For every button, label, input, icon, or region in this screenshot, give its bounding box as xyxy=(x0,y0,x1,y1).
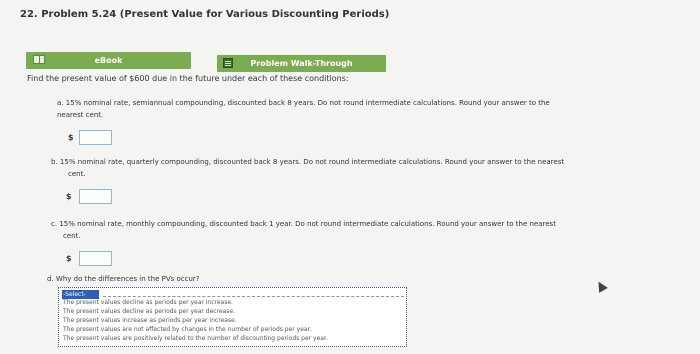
select-option-3[interactable]: The present values increase as periods p… xyxy=(63,316,237,325)
select-divider xyxy=(103,296,404,297)
question-d-label: d. xyxy=(47,275,54,283)
answer-c-input[interactable] xyxy=(79,251,112,266)
question-c-text-line1: 15% nominal rate, monthly compounding, d… xyxy=(59,220,556,228)
select-option-4[interactable]: The present values are not affected by c… xyxy=(63,325,311,334)
document-icon xyxy=(223,58,233,68)
question-a-label: a. xyxy=(57,99,64,107)
pv-reason-select[interactable]: -Select- The present values decline as p… xyxy=(58,287,407,347)
select-option-2[interactable]: The present values decline as periods pe… xyxy=(63,307,235,316)
question-d: d. Why do the differences in the PVs occ… xyxy=(47,273,200,285)
question-b-text-line2: cent. xyxy=(68,170,86,178)
mouse-cursor-icon xyxy=(594,279,608,293)
question-d-text: Why do the differences in the PVs occur? xyxy=(55,275,200,283)
ebook-button[interactable]: eBook xyxy=(26,52,191,69)
ebook-label: eBook xyxy=(94,56,123,65)
question-a-text-line1: 15% nominal rate, semiannual compounding… xyxy=(65,99,550,107)
question-b: b. 15% nominal rate, quarterly compoundi… xyxy=(51,156,683,180)
currency-a: $ xyxy=(68,133,74,142)
question-b-label: b. xyxy=(51,158,58,166)
problem-walkthrough-button[interactable]: Problem Walk-Through xyxy=(217,55,386,72)
question-c: c. 15% nominal rate, monthly compounding… xyxy=(51,218,683,242)
answer-b-input[interactable] xyxy=(79,189,112,204)
select-option-1[interactable]: The present values decline as periods pe… xyxy=(63,298,233,307)
select-option-5[interactable]: The present values are positively relate… xyxy=(63,334,328,343)
question-c-label: c. xyxy=(51,220,58,228)
book-icon xyxy=(33,55,45,64)
problem-intro: Find the present value of $600 due in th… xyxy=(27,74,349,83)
question-b-text-line1: 15% nominal rate, quarterly compounding,… xyxy=(59,158,565,166)
question-a-text-line2: nearest cent. xyxy=(57,111,104,119)
currency-c: $ xyxy=(66,254,72,263)
currency-b: $ xyxy=(66,192,72,201)
question-a: a. 15% nominal rate, semiannual compound… xyxy=(57,97,677,121)
answer-a-input[interactable] xyxy=(79,130,112,145)
page-title: 22. Problem 5.24 (Present Value for Vari… xyxy=(20,9,390,20)
question-c-text-line2: cent. xyxy=(63,232,81,240)
walkthrough-label: Problem Walk-Through xyxy=(250,59,353,68)
